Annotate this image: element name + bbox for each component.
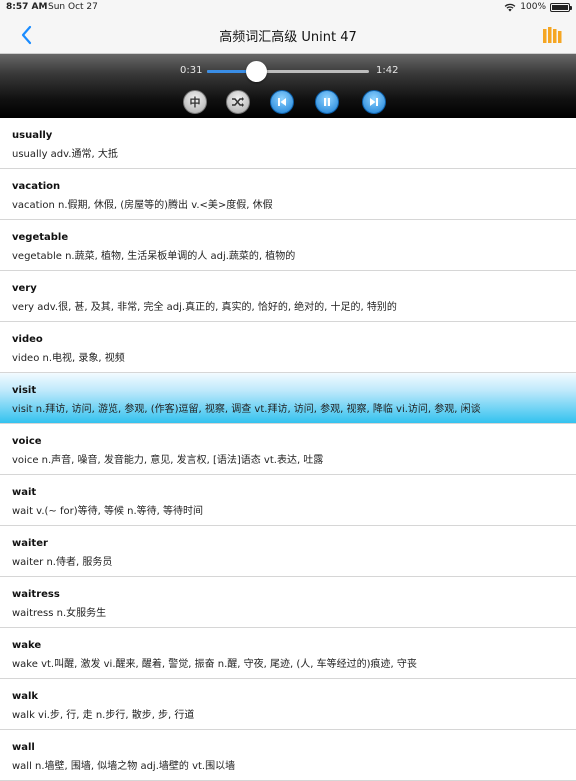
list-item[interactable]: visit visit n.拜访, 访问, 游览, 参观, (作客)逗留, 视察,…	[0, 373, 576, 424]
skip-previous-icon	[278, 98, 286, 106]
word-definition: waitress n.女服务生	[12, 608, 107, 619]
word-definition: vegetable n.蔬菜, 植物, 生活呆板单调的人 adj.蔬菜的, 植物…	[12, 251, 296, 262]
battery-percent: 100%	[520, 2, 546, 12]
language-toggle-button[interactable]: 中	[183, 90, 207, 114]
progress-slider[interactable]	[207, 61, 369, 82]
word-definition: waiter n.侍者, 服务员	[12, 557, 113, 568]
language-label: 中	[189, 96, 201, 109]
word-definition: vacation n.假期, 休假, (房屋等的)腾出 v.<美>度假, 休假	[12, 200, 273, 211]
list-item[interactable]: walk walk vi.步, 行, 走 n.步行, 散步, 步, 行道	[0, 679, 576, 730]
shuffle-button[interactable]	[226, 90, 250, 114]
word-title: very	[12, 283, 37, 294]
pause-button[interactable]	[315, 90, 339, 114]
progress-thumb[interactable]	[245, 61, 267, 82]
audio-player: 0:31 1:42 中	[0, 54, 576, 118]
next-button[interactable]	[362, 90, 386, 114]
list-item[interactable]: waiter waiter n.侍者, 服务员	[0, 526, 576, 577]
bars-icon[interactable]	[542, 26, 562, 44]
list-item[interactable]: video video n.电视, 录象, 视频	[0, 322, 576, 373]
word-definition: very adv.很, 甚, 及其, 非常, 完全 adj.真正的, 真实的, …	[12, 302, 397, 313]
list-item[interactable]: usually usually adv.通常, 大抵	[0, 118, 576, 169]
list-item[interactable]: wake wake vt.叫醒, 激发 vi.醒来, 醒着, 警觉, 振奋 n.醒…	[0, 628, 576, 679]
word-title: video	[12, 334, 43, 345]
previous-button[interactable]	[270, 90, 294, 114]
word-title: waiter	[12, 538, 48, 549]
status-bar: 8:57 AM Sun Oct 27 100%	[0, 0, 576, 16]
word-definition: usually adv.通常, 大抵	[12, 149, 118, 160]
list-item[interactable]: voice voice n.声音, 噪音, 发音能力, 意见, 发言权, [语法]…	[0, 424, 576, 475]
word-title: wake	[12, 640, 42, 651]
word-title: walk	[12, 691, 39, 702]
status-right: 100%	[504, 2, 572, 12]
total-time: 1:42	[376, 65, 399, 76]
word-definition: wake vt.叫醒, 激发 vi.醒来, 醒着, 警觉, 振奋 n.醒, 守夜…	[12, 659, 417, 670]
current-time: 0:31	[180, 65, 203, 76]
word-title: waitress	[12, 589, 60, 600]
word-definition: video n.电视, 录象, 视频	[12, 353, 125, 364]
page-title: 高频词汇高级 Unint 47	[219, 30, 357, 45]
list-item[interactable]: waitress waitress n.女服务生	[0, 577, 576, 628]
skip-next-icon	[370, 98, 378, 106]
word-title: voice	[12, 436, 42, 447]
word-title: wait	[12, 487, 37, 498]
list-item[interactable]: wait wait v.(~ for)等待, 等候 n.等待, 等待时间	[0, 475, 576, 526]
status-time: 8:57 AM	[6, 2, 48, 12]
word-definition: walk vi.步, 行, 走 n.步行, 散步, 步, 行道	[12, 710, 195, 721]
shuffle-icon	[232, 97, 244, 107]
navigation-bar: 高频词汇高级 Unint 47	[0, 16, 576, 54]
word-title: wall	[12, 742, 35, 753]
list-item[interactable]: vacation vacation n.假期, 休假, (房屋等的)腾出 v.<美…	[0, 169, 576, 220]
word-definition: voice n.声音, 噪音, 发音能力, 意见, 发言权, [语法]语态 vt…	[12, 455, 324, 466]
status-date: Sun Oct 27	[48, 2, 98, 12]
battery-icon	[550, 2, 572, 12]
word-definition: wait v.(~ for)等待, 等候 n.等待, 等待时间	[12, 506, 204, 517]
list-item[interactable]: very very adv.很, 甚, 及其, 非常, 完全 adj.真正的, 真…	[0, 271, 576, 322]
word-definition: visit n.拜访, 访问, 游览, 参观, (作客)逗留, 视察, 调查 v…	[12, 404, 481, 415]
word-title: usually	[12, 130, 53, 141]
word-title: vacation	[12, 181, 61, 192]
pause-icon	[324, 98, 330, 106]
word-definition: wall n.墙壁, 围墙, 似墙之物 adj.墙壁的 vt.围以墙	[12, 761, 236, 772]
wifi-icon	[504, 3, 516, 11]
word-list: usually usually adv.通常, 大抵 vacation vacatio…	[0, 118, 576, 781]
word-title: visit	[12, 385, 37, 396]
list-item[interactable]: vegetable vegetable n.蔬菜, 植物, 生活呆板单调的人 ad…	[0, 220, 576, 271]
word-title: vegetable	[12, 232, 69, 243]
list-item[interactable]: wall wall n.墙壁, 围墙, 似墙之物 adj.墙壁的 vt.围以墙	[0, 730, 576, 781]
